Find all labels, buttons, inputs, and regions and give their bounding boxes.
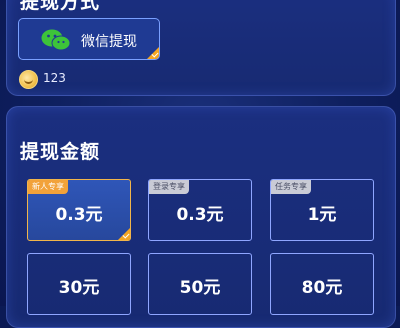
amount-option-tag: 登录专享 [149,180,189,194]
withdraw-method-card: 提现方式 微信提现 123 [6,0,396,96]
amount-option-1[interactable]: 登录专享 0.3元 [148,179,252,241]
withdraw-method-title: 提现方式 [20,0,101,13]
amount-option-value: 50元 [179,278,221,298]
withdraw-amount-title: 提现金额 [20,141,101,163]
amount-option-value: 30元 [58,278,100,298]
coin-icon [19,70,38,89]
amount-option-2[interactable]: 任务专享 1元 [270,179,374,241]
amount-option-value: 0.3元 [55,205,103,225]
amount-option-value: 1元 [307,205,337,225]
amount-option-tag: 任务专享 [271,180,311,194]
amount-option-value: 0.3元 [176,205,224,225]
amount-option-value: 80元 [301,278,343,298]
wechat-withdraw-button[interactable]: 微信提现 [18,18,160,60]
amount-option-tag: 新人专享 [28,180,68,194]
coin-balance-value: 123 [43,71,66,85]
wechat-icon [41,29,71,51]
withdraw-amount-card: 提现金额 新人专享 0.3元 登录专享 0.3元 任务专享 1元 30元 50元… [6,106,396,328]
amount-option-0[interactable]: 新人专享 0.3元 [27,179,131,241]
wechat-withdraw-label: 微信提现 [81,34,137,50]
selected-check-icon [146,46,159,59]
selected-check-icon [117,227,130,240]
